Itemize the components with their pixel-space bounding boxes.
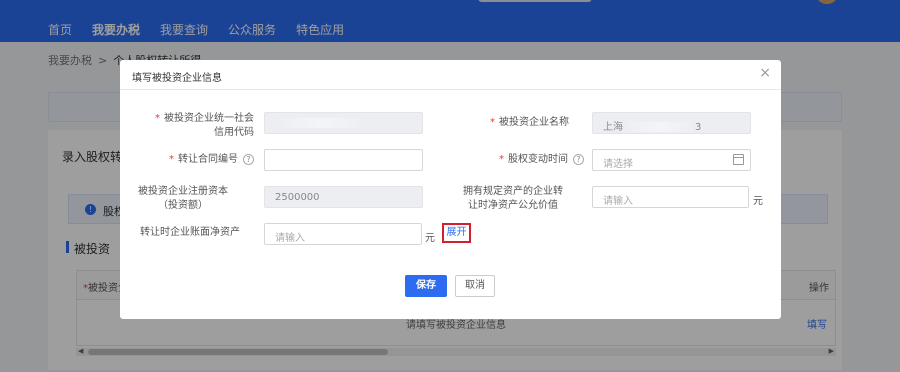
cancel-button[interactable]: 取消 [455, 275, 495, 297]
book-net-assets-input[interactable]: 请输入 [264, 223, 422, 245]
calendar-icon[interactable] [733, 154, 744, 165]
fair-value-label: 拥有规定资产的企业转 让时净资产公允价值 [463, 186, 563, 211]
book-net-assets-unit: 元 [425, 233, 435, 244]
expand-link[interactable]: 展开 [442, 223, 471, 243]
registered-capital-label: 被投资企业注册资本 （投资额） [138, 186, 228, 211]
credit-code-label: * 被投资企业统一社会 信用代码 [155, 113, 254, 138]
help-icon[interactable]: ? [573, 153, 584, 165]
fair-value-input[interactable]: 请输入 [592, 186, 749, 208]
save-button[interactable]: 保存 [405, 275, 447, 297]
help-icon[interactable]: ? [243, 153, 254, 165]
redacted-value [275, 118, 365, 128]
close-icon[interactable]: × [759, 66, 771, 80]
contract-number-input[interactable] [264, 149, 423, 171]
credit-code-field [264, 112, 423, 134]
dialog-title: 填写被投资企业信息 [132, 73, 222, 84]
book-net-assets-label: 转让时企业账面净资产 [140, 227, 240, 238]
fair-value-unit: 元 [753, 196, 763, 207]
contract-number-label: * 转让合同编号? [130, 153, 254, 167]
dialog-header: 填写被投资企业信息 × [120, 60, 781, 90]
company-name-label: * 被投资企业名称 [490, 117, 569, 128]
registered-capital-field: 2500000 [264, 186, 423, 208]
company-info-dialog: 填写被投资企业信息 × * 被投资企业统一社会 信用代码 * 被投资企业名称 上海 3… [120, 60, 781, 319]
equity-change-time-label: * 股权变动时间? [460, 153, 584, 167]
equity-change-time-picker[interactable]: 请选择 [592, 149, 751, 171]
company-name-field: 上海 3 [592, 112, 751, 134]
